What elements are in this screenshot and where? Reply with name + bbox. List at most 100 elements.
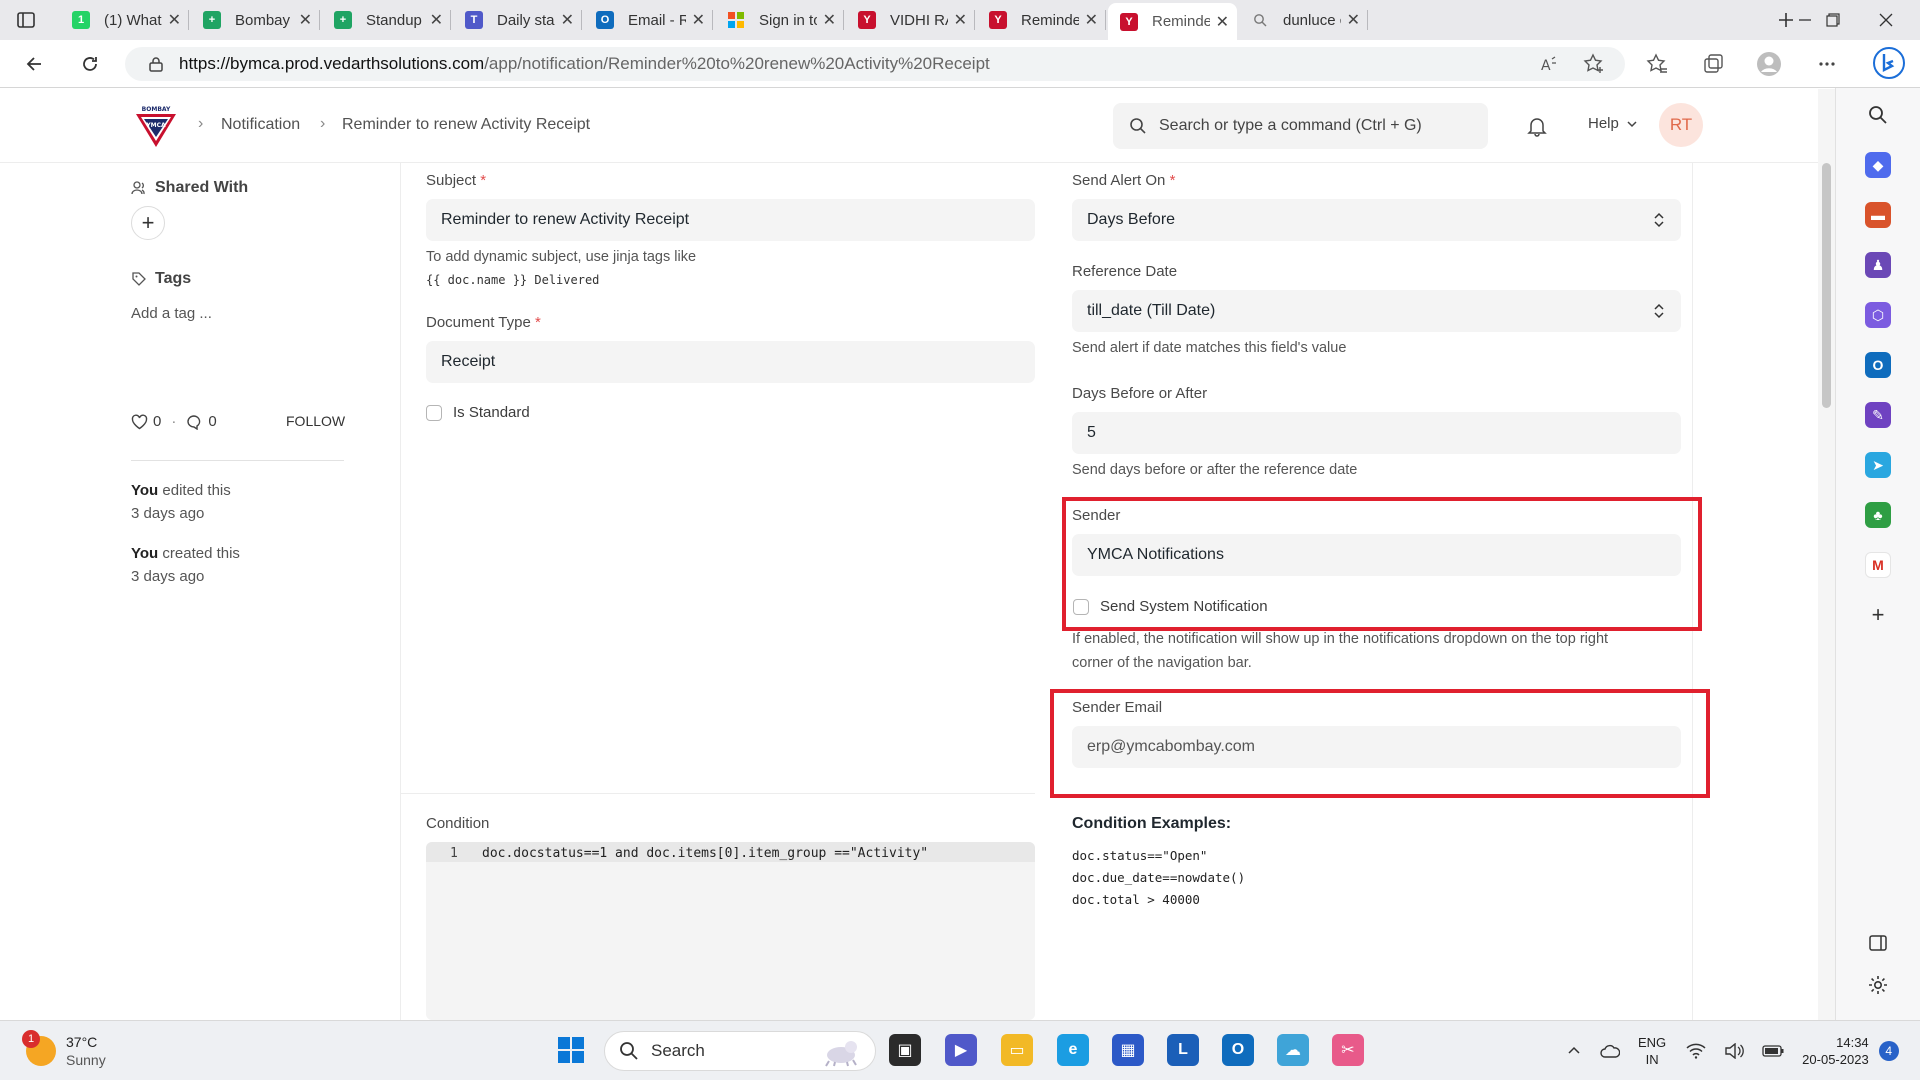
shopping-icon[interactable]: ◆ bbox=[1865, 152, 1891, 178]
chevron-up-icon[interactable] bbox=[1566, 1043, 1582, 1059]
url-field[interactable]: https://bymca.prod.vedarthsolutions.com /… bbox=[125, 47, 1625, 81]
close-tab-icon[interactable]: ✕ bbox=[954, 10, 967, 30]
browser-tab[interactable]: Sign in to C ✕ bbox=[715, 4, 844, 36]
sidebar-toggle-icon[interactable] bbox=[1865, 930, 1891, 956]
taskbar-search-box[interactable]: Search bbox=[604, 1031, 876, 1071]
wifi-icon[interactable] bbox=[1686, 1043, 1706, 1059]
windows-start-icon[interactable] bbox=[555, 1034, 587, 1066]
days-before-after-input[interactable]: 5 bbox=[1072, 412, 1681, 454]
outlook-icon[interactable]: O bbox=[1865, 352, 1891, 378]
read-aloud-icon[interactable]: A bbox=[1538, 53, 1560, 75]
svg-text:BOMBAY: BOMBAY bbox=[142, 106, 171, 113]
more-options-icon[interactable] bbox=[1816, 53, 1838, 75]
snipping-tool-icon[interactable]: ✂ bbox=[1332, 1034, 1364, 1066]
refresh-button[interactable] bbox=[72, 48, 108, 80]
subject-input[interactable]: Reminder to renew Activity Receipt bbox=[426, 199, 1035, 241]
profile-avatar-icon[interactable] bbox=[1756, 51, 1782, 77]
tree-icon[interactable]: ♣ bbox=[1865, 502, 1891, 528]
browser-tab-title: VIDHI RAVI bbox=[890, 11, 948, 29]
browser-tab[interactable]: O Email - Res ✕ bbox=[584, 4, 713, 36]
lock-icon[interactable] bbox=[149, 56, 163, 72]
activity-who: You bbox=[131, 545, 159, 562]
days-before-after-label: Days Before or After bbox=[1072, 385, 1208, 402]
search-icon[interactable] bbox=[1865, 102, 1891, 128]
browser-tab[interactable]: Y Reminder tc ✕ bbox=[1108, 3, 1237, 40]
onedrive-cloud-icon[interactable] bbox=[1600, 1044, 1620, 1058]
outlook-taskbar-icon[interactable]: O bbox=[1222, 1034, 1254, 1066]
browser-tab[interactable]: Y VIDHI RAVI ✕ bbox=[846, 4, 975, 36]
volume-icon[interactable] bbox=[1724, 1043, 1745, 1059]
browser-tab[interactable]: dunluce cas ✕ bbox=[1239, 4, 1368, 36]
close-tab-icon[interactable]: ✕ bbox=[692, 10, 705, 30]
notifications-bell-icon[interactable] bbox=[1526, 115, 1548, 137]
reference-date-select[interactable]: till_date (Till Date) bbox=[1072, 290, 1681, 332]
browser-tab[interactable]: + Standup Ca ✕ bbox=[322, 4, 451, 36]
comment-icon[interactable] bbox=[186, 414, 202, 430]
dot-separator: · bbox=[171, 413, 177, 430]
collections-icon[interactable] bbox=[1702, 53, 1724, 75]
close-tab-icon[interactable]: ✕ bbox=[823, 10, 836, 30]
send-alert-on-label: Send Alert On * bbox=[1072, 172, 1176, 189]
close-tab-icon[interactable]: ✕ bbox=[1085, 10, 1098, 30]
tab-separator bbox=[188, 10, 189, 30]
back-button[interactable] bbox=[16, 48, 52, 80]
weather-app-icon[interactable]: ☁ bbox=[1277, 1034, 1309, 1066]
breadcrumb-current[interactable]: Reminder to renew Activity Receipt bbox=[342, 116, 590, 134]
is-standard-checkbox[interactable] bbox=[426, 405, 442, 421]
condition-code-editor[interactable]: 1 doc.docstatus==1 and doc.items[0].item… bbox=[426, 842, 1035, 1020]
notification-count-badge[interactable]: 4 bbox=[1878, 1041, 1899, 1061]
teams-chat-icon[interactable]: ▶ bbox=[945, 1034, 977, 1066]
clock[interactable]: 14:34 20-05-2023 bbox=[1802, 1034, 1869, 1068]
close-tab-icon[interactable]: ✕ bbox=[1347, 10, 1360, 30]
send-alert-on-select[interactable]: Days Before bbox=[1072, 199, 1681, 241]
user-avatar[interactable]: RT bbox=[1659, 103, 1703, 147]
edge-browser-icon[interactable]: e bbox=[1057, 1034, 1089, 1066]
heart-icon[interactable] bbox=[131, 414, 148, 430]
breadcrumb-notification[interactable]: Notification bbox=[221, 116, 300, 134]
close-tab-icon[interactable]: ✕ bbox=[299, 10, 312, 30]
document-type-input[interactable]: Receipt bbox=[426, 341, 1035, 383]
settings-gear-icon[interactable] bbox=[1865, 972, 1891, 998]
file-explorer-icon[interactable]: ▭ bbox=[1001, 1034, 1033, 1066]
bing-chat-icon[interactable] bbox=[1872, 46, 1906, 80]
l-app-icon[interactable]: L bbox=[1167, 1034, 1199, 1066]
ymca-logo[interactable]: BOMBAY YMCA bbox=[132, 103, 180, 149]
weather-widget[interactable]: 1 37°C Sunny bbox=[22, 1030, 106, 1069]
tools-icon[interactable]: ▬ bbox=[1865, 202, 1891, 228]
games-icon[interactable]: ♟ bbox=[1865, 252, 1891, 278]
is-standard-label: Is Standard bbox=[453, 404, 530, 421]
reference-date-help: Send alert if date matches this field's … bbox=[1072, 340, 1347, 356]
page-scrollbar[interactable] bbox=[1818, 89, 1835, 1020]
weather-badge: 1 bbox=[22, 1030, 40, 1048]
designer-icon[interactable]: ✎ bbox=[1865, 402, 1891, 428]
close-tab-icon[interactable]: ✕ bbox=[1216, 12, 1229, 32]
maximize-button[interactable] bbox=[1813, 4, 1853, 36]
close-window-button[interactable] bbox=[1866, 4, 1906, 36]
favorites-icon[interactable] bbox=[1646, 53, 1668, 75]
add-tag-link[interactable]: Add a tag ... bbox=[131, 305, 212, 322]
task-view-icon[interactable]: ▣ bbox=[889, 1034, 921, 1066]
browser-tab[interactable]: T Daily stand ✕ bbox=[453, 4, 582, 36]
microsoft-store-icon[interactable]: ▦ bbox=[1112, 1034, 1144, 1066]
scrollbar-thumb[interactable] bbox=[1822, 163, 1831, 408]
close-tab-icon[interactable]: ✕ bbox=[561, 10, 574, 30]
browser-tab[interactable]: Y Reminder tc ✕ bbox=[977, 4, 1106, 36]
send-icon[interactable]: ➤ bbox=[1865, 452, 1891, 478]
command-search-input[interactable]: Search or type a command (Ctrl + G) bbox=[1113, 103, 1488, 149]
language-indicator[interactable]: ENG IN bbox=[1638, 1034, 1666, 1068]
follow-button[interactable]: FOLLOW bbox=[286, 413, 345, 429]
gmail-icon[interactable]: M bbox=[1865, 552, 1891, 578]
section-divider bbox=[401, 793, 1035, 794]
tab-actions-icon[interactable] bbox=[16, 10, 36, 30]
help-dropdown[interactable]: Help bbox=[1588, 115, 1639, 132]
add-favorite-icon[interactable] bbox=[1583, 53, 1605, 75]
add-icon[interactable]: + bbox=[1865, 602, 1891, 628]
activity-who: You bbox=[131, 482, 159, 499]
battery-icon[interactable] bbox=[1762, 1045, 1784, 1057]
browser-tab[interactable]: 1 (1) WhatsAp ✕ bbox=[60, 4, 189, 36]
add-share-button[interactable]: + bbox=[131, 206, 165, 240]
close-tab-icon[interactable]: ✕ bbox=[168, 10, 181, 30]
close-tab-icon[interactable]: ✕ bbox=[430, 10, 443, 30]
browser-tab[interactable]: + Bombay YM ✕ bbox=[191, 4, 320, 36]
microsoft365-icon[interactable]: ⬡ bbox=[1865, 302, 1891, 328]
